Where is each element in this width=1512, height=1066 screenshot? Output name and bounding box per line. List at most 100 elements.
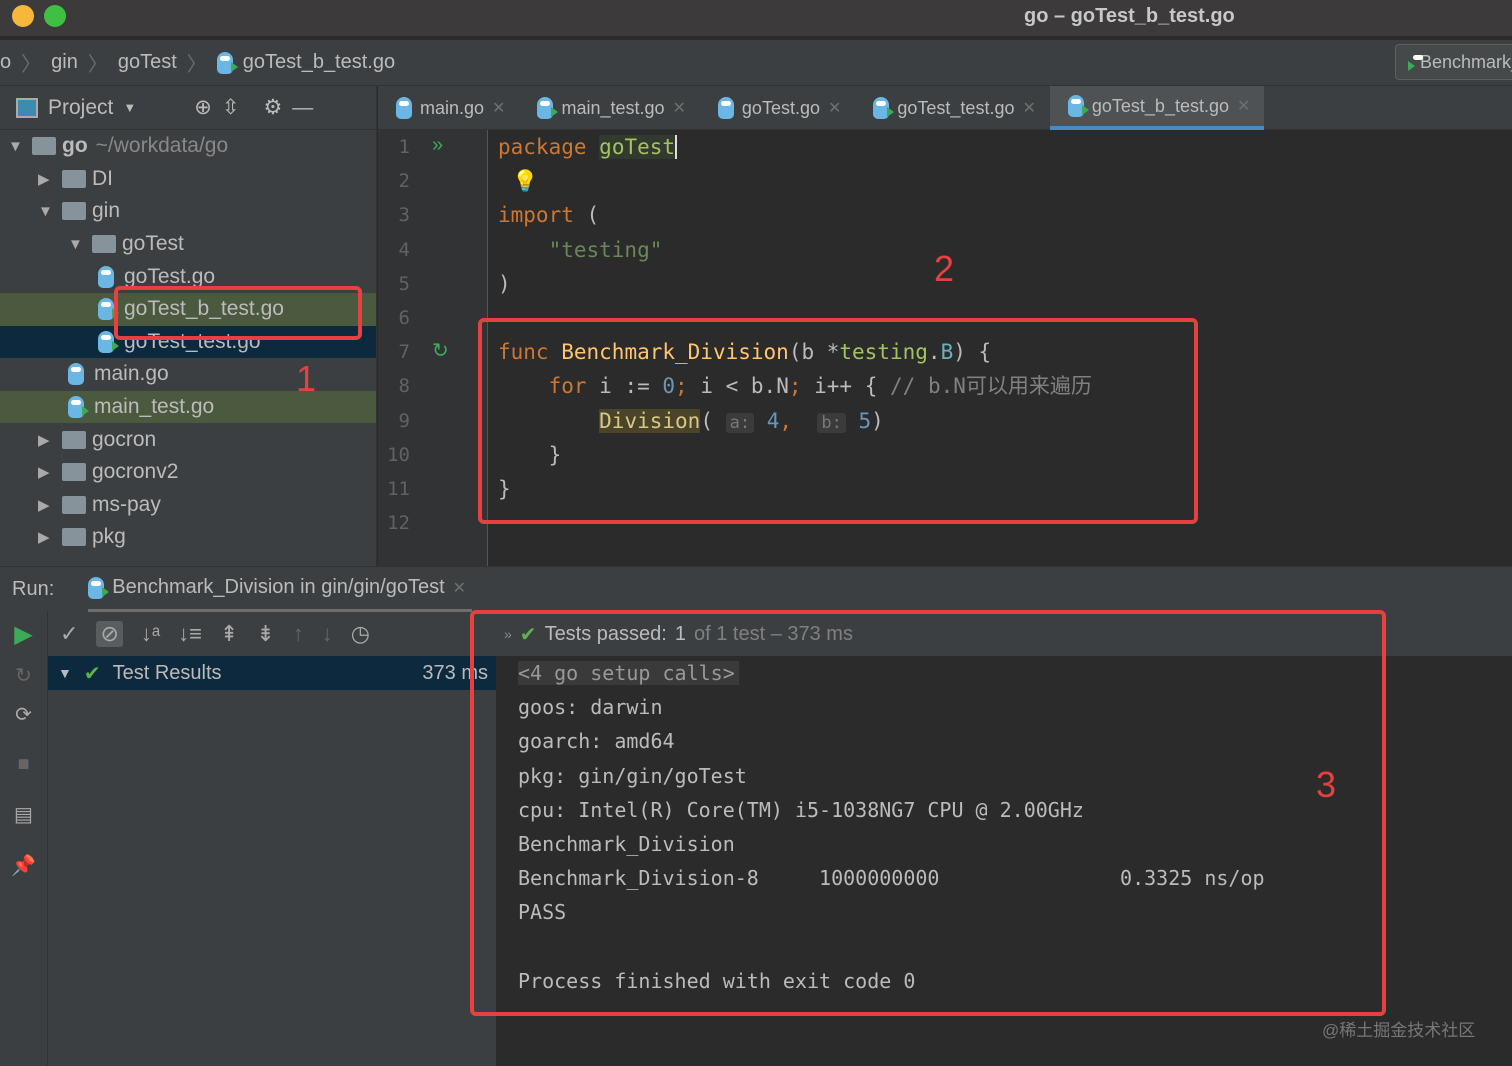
show-ignored-icon[interactable]: ⊘ [96,621,123,647]
tree-item-path: ~/workdata/go [95,134,229,158]
line-number: 12 [387,512,410,535]
run-tool-window-header: Run: Benchmark_Division in gin/gin/goTes… [0,566,1512,613]
folder-icon [62,463,86,482]
tree-item[interactable]: ▶ gocronv2 [0,456,376,489]
go-file-icon [98,298,119,321]
hide-icon[interactable]: — [292,96,313,120]
go-file-icon [68,396,89,419]
chevron-down-icon[interactable]: ▼ [123,100,136,115]
close-icon[interactable]: ✕ [453,578,466,598]
history-icon[interactable]: ◷ [351,621,370,647]
tree-item-label: pkg [92,525,126,549]
annotation-label-1: 1 [296,358,317,399]
collapse-arrow-icon[interactable]: ▶ [38,528,62,546]
editor-tab[interactable]: goTest.go ✕ [700,86,855,130]
editor-tab[interactable]: main_test.go ✕ [519,86,699,130]
lightbulb-icon[interactable]: 💡 [498,169,538,193]
tree-item[interactable]: main.go [0,358,376,391]
line-number: 3 [398,204,410,227]
next-icon[interactable]: ↓ [322,621,333,647]
line-number: 2 [398,170,410,193]
show-passed-icon[interactable]: ✓ [60,621,78,647]
tab-label: main.go [420,97,485,118]
run-config-select[interactable]: Benchmark_Division [1395,44,1512,80]
breadcrumb-item[interactable]: goTest_b_test.go [243,51,395,74]
editor-tab[interactable]: main.go ✕ [378,86,519,130]
tree-item[interactable]: ▼ gin [0,195,376,228]
collapse-all-icon[interactable]: ⇟ [256,621,274,647]
test-results-root[interactable]: ▼ ✔ Test Results 373 ms [48,656,496,690]
tree-item[interactable]: ▶ ms-pay [0,489,376,522]
collapse-all-icon[interactable]: ⇳ [222,95,240,120]
toggle-auto-test-icon[interactable]: ⟳ [0,702,47,727]
line-number: 4 [398,238,410,261]
expand-all-icon[interactable]: ⇞ [220,621,238,647]
breadcrumb: o 〉 gin 〉 goTest 〉 goTest_b_test.go Benchma… [0,40,1512,86]
pin-icon[interactable]: 📌 [0,853,47,878]
close-icon[interactable]: ✕ [1022,98,1035,118]
stop-icon[interactable]: ■ [0,753,47,776]
run-icon[interactable]: ▶ [0,620,47,649]
go-file-icon [873,97,895,119]
run-icon[interactable]: » [432,134,443,157]
annotation-box-1 [114,286,362,340]
prev-icon[interactable]: ↑ [293,621,304,647]
folder-icon [62,495,86,514]
tree-item[interactable]: ▼ go ~/workdata/go [0,130,376,163]
expand-arrow-icon[interactable]: ▼ [38,203,62,220]
breadcrumb-item[interactable]: o [0,51,11,74]
tree-item-label: ms-pay [92,492,161,516]
close-icon[interactable]: ✕ [673,98,686,118]
line-number: 5 [398,272,410,295]
window-title: go – goTest_b_test.go [1024,5,1235,27]
test-results-label: Test Results [112,661,222,684]
run-label: Run: [12,578,55,600]
line-number: 9 [398,409,410,432]
tree-item[interactable]: main_test.go [0,390,376,424]
tree-item[interactable]: ▶ pkg [0,521,376,554]
watermark: @稀土掘金技术社区 [1322,1021,1476,1040]
breadcrumb-item[interactable]: gin [51,51,78,74]
line-number: 6 [398,306,410,329]
check-icon: ✔ [83,662,101,685]
go-file-icon [98,330,119,353]
sort-alpha-icon[interactable]: ↓ᵃ [141,621,160,647]
go-file-icon [396,97,412,119]
collapse-arrow-icon[interactable]: ▶ [38,431,62,449]
rerun-failed-icon[interactable]: ↻ [0,663,47,688]
folder-icon [62,169,86,188]
collapse-arrow-icon[interactable]: ▶ [38,463,62,481]
annotation-label-3: 3 [1316,764,1337,805]
breadcrumb-item[interactable]: goTest [118,51,177,74]
editor-tab[interactable]: goTest_b_test.go ✕ [1049,86,1265,130]
maximize-button[interactable] [44,5,66,27]
tab-label: goTest_test.go [897,97,1015,118]
run-tab[interactable]: Benchmark_Division in gin/gin/goTest ✕ [88,567,473,613]
close-icon[interactable]: ✕ [828,98,841,118]
line-number: 7 [398,341,410,364]
tab-label: goTest_b_test.go [1091,95,1229,116]
folder-icon [62,202,86,221]
minimize-button[interactable] [12,5,34,27]
collapse-arrow-icon[interactable]: ▶ [38,170,62,188]
expand-arrow-icon[interactable]: ▼ [68,236,92,253]
go-file-icon [537,97,559,119]
sort-duration-icon[interactable]: ↓≡ [178,621,202,647]
go-test-file-icon [216,51,238,74]
layout-icon[interactable]: ▤ [0,802,47,827]
code-line: import ( [498,203,600,228]
locate-icon[interactable]: ⊕ [194,95,212,120]
collapse-arrow-icon[interactable]: ▶ [38,496,62,514]
tree-item[interactable]: ▼ goTest [0,228,376,261]
expand-arrow-icon[interactable]: ▼ [8,138,32,155]
close-icon[interactable]: ✕ [1237,96,1250,116]
project-title[interactable]: Project [48,96,113,120]
code-line: "testing" [498,237,663,262]
gear-icon[interactable]: ⚙ [263,95,282,120]
tab-label: main_test.go [561,97,665,118]
tree-item[interactable]: ▶ gocron [0,423,376,456]
editor-tab[interactable]: goTest_test.go ✕ [855,86,1050,130]
close-icon[interactable]: ✕ [492,98,505,118]
rerun-icon[interactable]: ↻ [432,338,449,363]
tree-item[interactable]: ▶ DI [0,163,376,196]
